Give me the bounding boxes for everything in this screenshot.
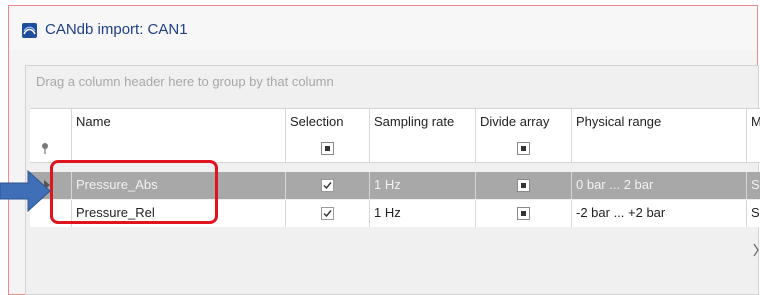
divide-array-cell[interactable] <box>476 200 572 227</box>
filter-name[interactable] <box>72 135 286 162</box>
column-header-physical-range[interactable]: Physical range <box>572 109 747 135</box>
sampling-rate[interactable]: 1 Hz <box>370 172 476 199</box>
selection-checkbox[interactable] <box>321 207 334 221</box>
window-title: CANdb import: CAN1 <box>45 21 188 38</box>
arrow-annotation-icon <box>0 169 51 213</box>
column-header-sampling-rate[interactable]: Sampling rate <box>370 109 476 135</box>
column-header-name[interactable]: Name <box>72 109 286 135</box>
title-bar: CANdb import: CAN1 <box>9 6 757 50</box>
filter-sampling-rate[interactable] <box>370 135 476 162</box>
highlight-annotation <box>50 160 218 224</box>
selection-cell[interactable] <box>286 200 370 227</box>
physical-range[interactable]: 0 bar ... 2 bar <box>572 172 747 199</box>
pin-icon <box>42 143 48 154</box>
sampling-rate[interactable]: 1 Hz <box>370 200 476 227</box>
filter-row <box>30 135 760 163</box>
scroll-arrow-icon[interactable] <box>752 230 760 270</box>
filter-selection[interactable] <box>286 135 370 162</box>
selection-checkbox[interactable] <box>321 179 334 193</box>
column-header-row: Name Selection Sampling rate Divide arra… <box>30 108 760 136</box>
filter-physical-range[interactable] <box>572 135 747 162</box>
row-header-corner <box>30 109 72 135</box>
filter-cell-pin <box>30 135 72 162</box>
physical-range[interactable]: -2 bar ... +2 bar <box>572 200 747 227</box>
column-header-m[interactable]: M <box>747 109 760 135</box>
filter-divide-array-checkbox[interactable] <box>517 142 530 156</box>
divide-array-checkbox[interactable] <box>517 207 530 221</box>
filter-selection-checkbox[interactable] <box>321 142 334 156</box>
filter-divide-array[interactable] <box>476 135 572 162</box>
filter-m[interactable] <box>747 135 760 162</box>
group-by-hint[interactable]: Drag a column header here to group by th… <box>36 74 334 89</box>
import-window: CANdb import: CAN1 Drag a column header … <box>8 5 760 295</box>
divide-array-checkbox[interactable] <box>517 179 530 193</box>
selection-cell[interactable] <box>286 172 370 199</box>
divide-array-cell[interactable] <box>476 172 572 199</box>
m-cell[interactable]: S <box>747 172 760 199</box>
column-header-divide-array[interactable]: Divide array <box>476 109 572 135</box>
app-icon <box>22 23 37 38</box>
m-cell[interactable]: S <box>747 200 760 227</box>
column-header-selection[interactable]: Selection <box>286 109 370 135</box>
